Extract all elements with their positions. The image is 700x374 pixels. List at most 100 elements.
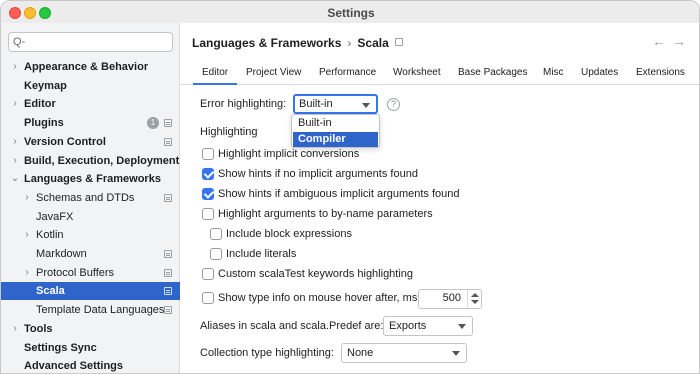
sidebar-item-editor[interactable]: › Editor [1, 95, 180, 113]
collection-highlighting-value: None [347, 347, 374, 359]
stepper-down-icon[interactable] [471, 300, 479, 304]
tab-editor[interactable]: Editor [192, 67, 238, 85]
sidebar-item-advanced-settings[interactable]: Advanced Settings [1, 357, 180, 373]
sidebar-item-keymap[interactable]: Keymap [1, 77, 180, 95]
chevron-right-icon[interactable]: › [22, 226, 32, 244]
dropdown-option-built-in[interactable]: Built-in [293, 116, 378, 131]
type-info-delay-value: 500 [442, 292, 461, 304]
sidebar-item-label: Scala [36, 285, 65, 298]
checkbox[interactable] [202, 208, 214, 220]
error-highlighting-select[interactable]: Built-in [293, 94, 378, 114]
sidebar-item-label: Build, Execution, Deployment [24, 154, 180, 167]
sidebar-item-version-control[interactable]: › Version Control [1, 133, 180, 151]
checkbox-label: Highlight implicit conversions [218, 148, 360, 160]
project-scope-icon [164, 193, 172, 202]
chevron-down-icon[interactable]: ⌄ [10, 170, 20, 188]
tab-misc[interactable]: Misc [543, 67, 564, 78]
checkbox-label: Highlight arguments to by-name parameter… [218, 208, 433, 220]
checkbox[interactable] [210, 248, 222, 260]
checkbox-label: Show type info on mouse hover after, ms [218, 292, 418, 304]
sidebar-item-settings-sync[interactable]: Settings Sync [1, 339, 180, 357]
checkbox[interactable] [202, 292, 214, 304]
sidebar-item-label: JavaFX [36, 210, 74, 223]
update-count-badge: 1 [147, 117, 159, 130]
settings-sidebar: Q- › Appearance & Behavior Keymap › Editor Pl… [1, 23, 180, 373]
project-scope-icon [164, 306, 172, 315]
tab-base-packages[interactable]: Base Packages [458, 67, 528, 78]
settings-window: Settings Q- › Appearance & Behavior Keymap… [0, 0, 700, 374]
tab-project-view[interactable]: Project View [246, 67, 301, 78]
aliases-label: Aliases in scala and scala.Predef are: [200, 320, 384, 332]
sidebar-item-build-execution-deployment[interactable]: › Build, Execution, Deployment [1, 152, 180, 170]
breadcrumb-current: Scala [357, 36, 389, 50]
sidebar-item-schemas-and-dtds[interactable]: › Schemas and DTDs [1, 189, 180, 207]
window-title: Settings [327, 6, 375, 20]
sidebar-item-tools[interactable]: › Tools [1, 320, 180, 338]
tab-worksheet[interactable]: Worksheet [393, 67, 441, 78]
sidebar-item-scala[interactable]: Scala [1, 282, 180, 301]
error-highlighting-label: Error highlighting: [200, 98, 287, 110]
sidebar-item-label: Markdown [36, 248, 87, 260]
tab-bar: Editor Project View Performance Workshee… [181, 63, 699, 85]
breadcrumb-separator-icon: › [347, 36, 352, 50]
chevron-down-icon [362, 103, 370, 108]
stepper-up-icon[interactable] [471, 293, 479, 297]
sidebar-item-label: Settings Sync [24, 341, 97, 354]
sidebar-item-label: Keymap [24, 79, 67, 92]
chevron-down-icon [458, 324, 466, 329]
checkbox[interactable] [202, 268, 214, 280]
search-input[interactable]: Q- [8, 32, 173, 52]
checkbox-label: Show hints if no implicit arguments foun… [218, 168, 418, 180]
sidebar-item-label: Schemas and DTDs [36, 191, 135, 204]
back-arrow-icon[interactable]: ← [652, 33, 666, 49]
tab-performance[interactable]: Performance [319, 67, 376, 78]
checkbox[interactable] [202, 148, 214, 160]
chevron-right-icon[interactable]: › [22, 189, 32, 207]
aliases-select[interactable]: Exports [383, 316, 473, 336]
chevron-right-icon[interactable]: › [10, 320, 20, 338]
chevron-right-icon[interactable]: › [10, 95, 20, 113]
breadcrumb-parent[interactable]: Languages & Frameworks [192, 36, 341, 50]
checkbox[interactable] [210, 228, 222, 240]
chevron-right-icon[interactable]: › [22, 264, 32, 282]
project-scope-icon [164, 250, 172, 258]
collection-highlighting-select[interactable]: None [341, 343, 467, 363]
checkbox[interactable] [202, 168, 214, 180]
chevron-right-icon[interactable]: › [10, 133, 20, 151]
tab-updates[interactable]: Updates [581, 67, 618, 78]
project-scope-icon [394, 38, 403, 46]
sidebar-item-template-data-languages[interactable]: Template Data Languages [1, 301, 180, 319]
error-highlighting-value: Built-in [299, 98, 333, 110]
aliases-value: Exports [389, 320, 427, 332]
sidebar-item-markdown[interactable]: Markdown [1, 245, 180, 263]
sidebar-item-label: Template Data Languages [36, 304, 165, 317]
sidebar-item-label: Editor [24, 98, 56, 111]
sidebar-item-label: Kotlin [36, 229, 64, 242]
sidebar-item-languages-frameworks[interactable]: ⌄ Languages & Frameworks [1, 170, 180, 188]
project-scope-icon [164, 119, 172, 128]
tab-extensions[interactable]: Extensions [636, 67, 685, 78]
forward-arrow-icon[interactable]: → [672, 33, 686, 49]
chevron-right-icon[interactable]: › [10, 152, 20, 170]
help-icon[interactable]: ? [387, 98, 400, 111]
sidebar-item-protocol-buffers[interactable]: › Protocol Buffers [1, 264, 180, 282]
search-icon: Q- [13, 36, 26, 48]
sidebar-item-kotlin[interactable]: › Kotlin [1, 226, 180, 244]
project-scope-icon [164, 268, 172, 277]
project-scope-icon [164, 137, 172, 146]
type-info-delay-stepper[interactable]: 500 [418, 289, 482, 309]
sidebar-item-label: Plugins [24, 117, 64, 130]
dropdown-option-compiler[interactable]: Compiler [293, 132, 378, 147]
breadcrumb: Languages & Frameworks › Scala [192, 36, 403, 50]
stepper-buttons [467, 290, 481, 308]
sidebar-item-label: Tools [24, 322, 53, 335]
sidebar-item-label: Version Control [24, 135, 106, 148]
chevron-right-icon[interactable]: › [10, 58, 20, 76]
checkbox[interactable] [202, 188, 214, 200]
sidebar-item-javafx[interactable]: JavaFX [1, 208, 180, 226]
sidebar-item-appearance-behavior[interactable]: › Appearance & Behavior [1, 58, 180, 76]
checkbox-label: Include block expressions [226, 228, 352, 240]
sidebar-item-label: Languages & Frameworks [24, 173, 161, 186]
sidebar-item-plugins[interactable]: Plugins 1 [1, 114, 180, 132]
sidebar-item-label: Protocol Buffers [36, 266, 115, 279]
